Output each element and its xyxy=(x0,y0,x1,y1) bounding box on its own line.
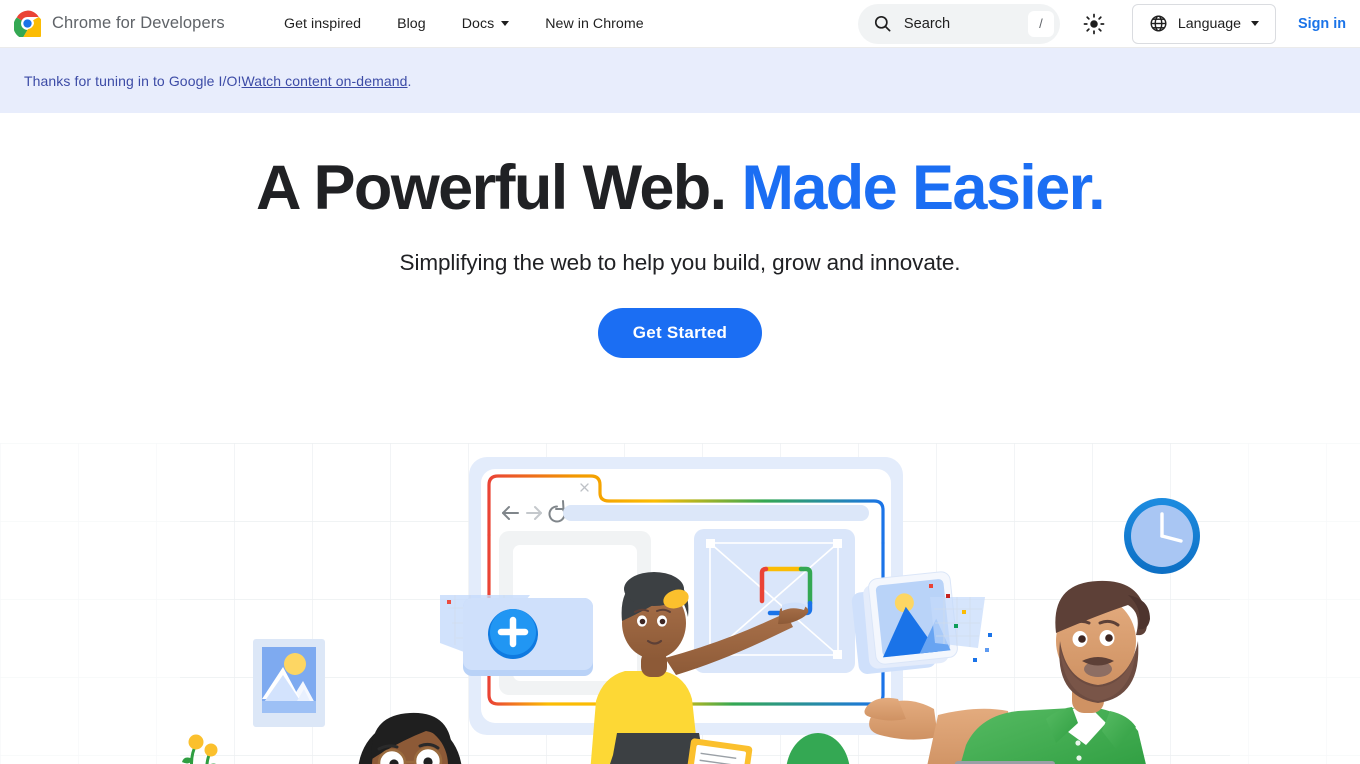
nav-label: Docs xyxy=(461,15,495,32)
search-icon xyxy=(874,15,891,32)
promo-banner: Thanks for tuning in to Google I/O! Watch… xyxy=(0,48,1360,113)
hero-section: A Powerful Web. Made Easier. Simplifying… xyxy=(0,113,1360,764)
photo-frame xyxy=(253,639,325,727)
nav-item-get-inspired[interactable]: Get inspired xyxy=(266,0,379,48)
nav-label: New in Chrome xyxy=(545,15,644,32)
wall-clock xyxy=(1124,498,1200,574)
nav-item-blog[interactable]: Blog xyxy=(379,0,444,48)
search-box[interactable]: / xyxy=(857,3,1060,44)
hero-title-part1: A Powerful Web. xyxy=(256,153,727,223)
nav-label: Get inspired xyxy=(284,15,362,32)
promo-banner-text: Thanks for tuning in to Google I/O! xyxy=(24,72,242,89)
globe-icon xyxy=(1150,15,1167,32)
nav-item-docs[interactable]: Docs xyxy=(444,0,528,48)
search-input[interactable] xyxy=(903,15,1028,32)
chrome-logo-icon xyxy=(14,10,41,37)
hero-copy: A Powerful Web. Made Easier. Simplifying… xyxy=(0,113,1360,358)
hero-title-part2: Made Easier. xyxy=(741,153,1105,223)
header-actions: / xyxy=(857,3,1352,44)
hero-illustration xyxy=(0,443,1360,764)
hero-subtitle: Simplifying the web to help you build, g… xyxy=(399,249,961,275)
primary-nav: Get inspired Blog Docs New in Chrome xyxy=(266,0,662,48)
address-bar xyxy=(563,505,869,521)
hero-illustration-svg xyxy=(0,443,1360,764)
brand-name: Chrome for Developers xyxy=(52,14,225,32)
page-title: A Powerful Web. Made Easier. xyxy=(0,153,1360,224)
language-button[interactable]: Language xyxy=(1131,3,1277,44)
language-label: Language xyxy=(1177,15,1242,32)
theme-toggle-button[interactable] xyxy=(1074,4,1114,44)
sign-in-link[interactable]: Sign in xyxy=(1298,16,1346,32)
nav-label: Blog xyxy=(397,15,426,32)
get-started-button[interactable]: Get Started xyxy=(597,307,763,358)
brightness-sun-icon xyxy=(1083,13,1105,34)
chevron-down-icon xyxy=(1251,21,1260,26)
site-header: Chrome for Developers Get inspired Blog … xyxy=(0,0,1360,48)
nav-item-new-in-chrome[interactable]: New in Chrome xyxy=(527,0,661,48)
promo-banner-link[interactable]: Watch content on-demand xyxy=(242,73,408,89)
promo-banner-period: . xyxy=(407,72,412,89)
brand-home-link[interactable]: Chrome for Developers xyxy=(14,10,266,37)
search-shortcut-key: / xyxy=(1027,10,1054,37)
chevron-down-icon xyxy=(501,21,510,26)
